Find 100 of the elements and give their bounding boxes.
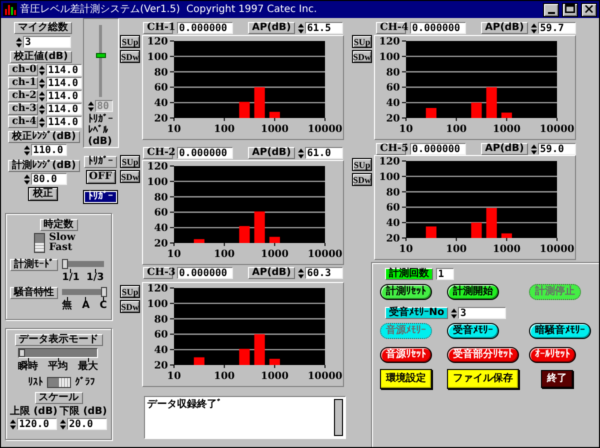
axis-label: 80 [386,67,400,78]
label: CH-2 [143,147,173,159]
axis-label: 120 [147,162,168,172]
value-field[interactable]: 114.0 [46,116,82,128]
value-field[interactable]: 80.0 [31,173,67,185]
scale-button[interactable]: SDw [352,50,372,63]
slider-thumb[interactable] [101,287,107,297]
toggle-switch[interactable] [34,233,45,253]
label: 受音ﾒﾓﾘｰNo [385,307,448,319]
label: マイク総数 [14,22,72,34]
axis-label: 10 [167,124,181,135]
scale-button[interactable]: SUp [120,155,140,168]
axis-label: 100 [147,298,168,310]
axis-label: 10 [399,124,413,135]
action-button[interactable]: 暗騒音ﾒﾓﾘｰ [529,323,591,339]
value-field[interactable]: 59.0 [538,143,576,155]
limit-label: 上限 (dB) [10,406,58,417]
label: CH-3 [143,267,173,279]
label: スケール [34,392,82,404]
slider-thumb[interactable] [96,52,106,58]
axis-label: 1000 [260,249,289,260]
scale-button[interactable]: SDw [120,170,140,183]
calibrate-button[interactable]: 校正 [28,187,58,201]
slider[interactable] [18,348,98,358]
value-field[interactable]: 0.000000 [410,143,466,155]
scale-button[interactable]: SDw [352,173,372,186]
scale-button[interactable]: SUp [120,35,140,48]
action-button[interactable]: ファイル保存 [447,369,519,389]
value-field[interactable]: 3 [458,307,506,319]
value-field[interactable]: 0.000000 [177,267,233,279]
toggle-switch[interactable] [47,377,71,388]
label: ch-2 [8,90,38,102]
action-button[interactable]: 環境設定 [380,369,432,389]
slider-thumb[interactable] [62,259,68,269]
bar [501,112,512,118]
action-button[interactable]: 計測ﾘｾｯﾄ [380,284,432,300]
limit-label: 下限 (dB) [60,406,107,417]
axis-label: 10000 [540,124,574,135]
axis-label: 120 [379,36,400,48]
value-field[interactable]: 114.0 [46,64,82,76]
bar [239,226,250,243]
axis-label: 10 [167,371,181,382]
label: ch-0 [8,64,38,76]
slider[interactable] [62,287,107,297]
label: データ表示モード [14,334,102,346]
value-field[interactable]: 61.5 [305,22,343,34]
scale-button[interactable]: SUp [352,35,372,48]
value-field[interactable]: 3 [23,36,71,48]
label: 校正ﾚﾝｼﾞ(dB) [8,131,80,143]
value-field[interactable]: 1 [436,268,454,280]
value-field[interactable]: 120.0 [17,418,57,430]
action-button[interactable]: ｵｰﾙﾘｾｯﾄ [529,347,576,363]
bar [239,348,250,365]
axis-label: 10000 [308,124,342,135]
label: CH-4 [376,22,406,34]
action-button[interactable]: 音源ﾘｾｯﾄ [380,347,432,363]
close-icon [585,4,593,12]
value-field[interactable]: 0.000000 [177,147,233,159]
action-button[interactable]: 受音部分ﾘｾｯﾄ [447,347,519,363]
option-label: ﾘｽﾄ [28,378,43,388]
trigger-level-label: ﾄﾘｶﾞｰ ﾚﾍﾞﾙ (dB) [88,114,113,147]
axis-label: 40 [154,345,168,356]
axis-label: 20 [386,114,400,124]
axis-label: 60 [154,330,168,341]
bar [239,102,250,118]
axis-label: 20 [154,360,168,372]
bar [471,102,482,118]
tick-label: 無 [62,297,72,311]
value-field[interactable]: 59.7 [538,22,576,34]
value-field[interactable]: 20.0 [67,418,107,430]
action-button: 計測停止 [529,284,581,300]
scale-button[interactable]: SDw [120,300,140,313]
axis-label: 100 [214,371,235,382]
minimize-button[interactable] [543,2,559,16]
value-field[interactable]: 60.3 [305,267,343,279]
axis-label: 100 [147,52,168,63]
maximize-button[interactable] [562,2,578,16]
scale-button[interactable]: SUp [120,285,140,298]
action-button[interactable]: 受音ﾒﾓﾘｰ [447,323,499,339]
axis-label: 60 [154,82,168,94]
value-field[interactable]: 114.0 [46,90,82,102]
bar [501,233,512,238]
action-button[interactable]: 計測開始 [447,284,499,300]
value-field[interactable]: 0.000000 [177,22,233,34]
slider-thumb[interactable] [19,349,25,357]
scrollbar[interactable] [334,399,343,436]
action-button: 音源ﾒﾓﾘｰ [380,323,432,339]
value-field[interactable]: 114.0 [46,77,82,89]
tick-label: C [100,297,107,311]
close-button[interactable] [581,2,597,16]
scale-button[interactable]: SUp [352,158,372,171]
scale-button[interactable]: SDw [120,50,140,63]
value-field[interactable]: 61.0 [305,147,343,159]
slider[interactable] [62,259,104,269]
value-field[interactable]: 0.000000 [410,22,466,34]
action-button[interactable]: 終了 [541,370,573,388]
off-button[interactable]: OFF [86,170,116,184]
value-field[interactable]: 114.0 [46,103,82,115]
value-field[interactable]: 110.0 [31,144,67,156]
axis-label: 60 [154,208,168,219]
